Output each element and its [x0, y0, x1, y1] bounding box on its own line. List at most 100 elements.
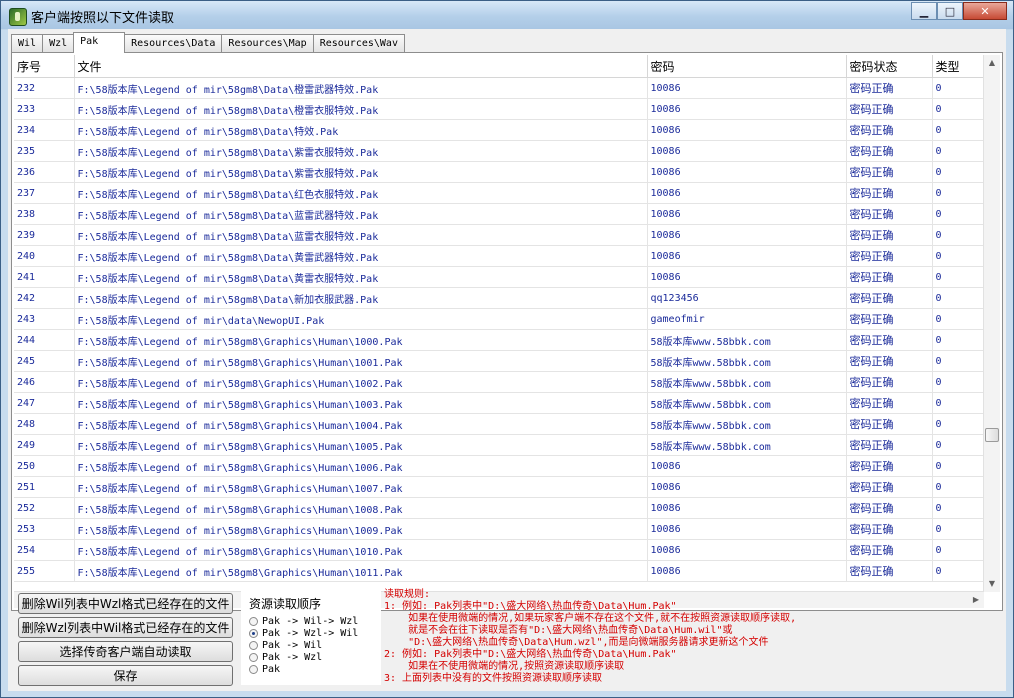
table-row[interactable]: 249 F:\58版本库\Legend of mir\58gm8\Graphics… — [14, 434, 986, 456]
cell-index: 246 — [14, 371, 75, 393]
vertical-scroll-thumb[interactable] — [985, 428, 999, 442]
cell-index: 242 — [14, 287, 75, 309]
cell-password-status: 密码正确 — [846, 413, 933, 435]
cell-type: 0 — [932, 476, 986, 498]
cell-password-status: 密码正确 — [846, 497, 933, 519]
cell-file-path: F:\58版本库\Legend of mir\58gm8\Graphics\Hu… — [74, 413, 648, 435]
cell-index: 251 — [14, 476, 75, 498]
cell-file-path: F:\58版本库\Legend of mir\58gm8\Data\黄雷武器特效… — [74, 245, 648, 267]
radio-icon[interactable] — [249, 665, 258, 674]
table-row[interactable]: 254 F:\58版本库\Legend of mir\58gm8\Graphics… — [14, 539, 986, 561]
title-bar[interactable]: 客户端按照以下文件读取 ▁ □ ✕ — [1, 1, 1013, 29]
cell-type: 0 — [932, 161, 986, 183]
table-row[interactable]: 239 F:\58版本库\Legend of mir\58gm8\Data\蓝雷衣… — [14, 224, 986, 246]
cell-password: qq123456 — [647, 287, 847, 309]
tab-wil[interactable]: Wil — [11, 34, 44, 52]
table-row[interactable]: 253 F:\58版本库\Legend of mir\58gm8\Graphics… — [14, 518, 986, 540]
table-row[interactable]: 232 F:\58版本库\Legend of mir\58gm8\Data\橙雷武… — [14, 77, 986, 99]
cell-type: 0 — [932, 392, 986, 414]
cell-password-status: 密码正确 — [846, 287, 933, 309]
tab-resources-data[interactable]: Resources\Data — [124, 34, 223, 52]
cell-index: 240 — [14, 245, 75, 267]
tab-resources-wav[interactable]: Resources\Wav — [312, 34, 405, 52]
cell-password: 10086 — [647, 245, 847, 267]
maximize-button[interactable]: □ — [937, 2, 963, 20]
delete-wil-duplicates-button[interactable]: 删除Wil列表中Wzl格式已经存在的文件 — [18, 593, 233, 614]
cell-password: 58版本库www.58bbk.com — [647, 371, 847, 393]
column-header-file[interactable]: 文件 — [74, 55, 648, 78]
table-row[interactable]: 237 F:\58版本库\Legend of mir\58gm8\Data\红色衣… — [14, 182, 986, 204]
read-order-option-pak-wil[interactable]: Pak -> Wil — [249, 640, 322, 651]
tab-resources-map[interactable]: Resources\Map — [221, 34, 314, 52]
table-row[interactable]: 248 F:\58版本库\Legend of mir\58gm8\Graphics… — [14, 413, 986, 435]
close-button[interactable]: ✕ — [963, 2, 1007, 20]
read-order-option-pak-wzl-wil[interactable]: Pak -> Wzl-> Wil — [249, 628, 358, 639]
scroll-up-arrow-icon[interactable]: ▲ — [984, 55, 1000, 71]
cell-type: 0 — [932, 224, 986, 246]
cell-index: 235 — [14, 140, 75, 162]
cell-password-status: 密码正确 — [846, 182, 933, 204]
column-header-password[interactable]: 密码 — [647, 55, 847, 78]
cell-type: 0 — [932, 77, 986, 99]
radio-icon[interactable] — [249, 641, 258, 650]
file-list-grid[interactable]: 序号 文件 密码 密码状态 类型 232 F:\58版本库\Legend of m… — [14, 55, 986, 592]
cell-type: 0 — [932, 413, 986, 435]
table-row[interactable]: 250 F:\58版本库\Legend of mir\58gm8\Graphics… — [14, 455, 986, 477]
table-row[interactable]: 255 F:\58版本库\Legend of mir\58gm8\Graphics… — [14, 560, 986, 582]
save-button[interactable]: 保存 — [18, 665, 233, 686]
table-row[interactable]: 243 F:\58版本库\Legend of mir\data\NewopUI.P… — [14, 308, 986, 330]
column-header-type[interactable]: 类型 — [932, 55, 986, 78]
table-row[interactable]: 235 F:\58版本库\Legend of mir\58gm8\Data\紫雷衣… — [14, 140, 986, 162]
cell-file-path: F:\58版本库\Legend of mir\58gm8\Data\紫雷衣服特效… — [74, 140, 648, 162]
radio-label: Pak -> Wzl — [262, 652, 323, 663]
cell-file-path: F:\58版本库\Legend of mir\58gm8\Data\黄雷衣服特效… — [74, 266, 648, 288]
table-row[interactable]: 241 F:\58版本库\Legend of mir\58gm8\Data\黄雷衣… — [14, 266, 986, 288]
cell-password: 10086 — [647, 98, 847, 120]
cell-type: 0 — [932, 371, 986, 393]
table-row[interactable]: 236 F:\58版本库\Legend of mir\58gm8\Data\紫雷衣… — [14, 161, 986, 183]
read-order-option-pak[interactable]: Pak — [249, 664, 280, 675]
radio-label: Pak -> Wil-> Wzl — [262, 616, 359, 627]
rules-line: 就是不会在往下读取是否有"D:\盛大网络\热血传奇\Data\Hum.wil"或 — [384, 625, 733, 636]
table-row[interactable]: 234 F:\58版本库\Legend of mir\58gm8\Data\特效.… — [14, 119, 986, 141]
table-row[interactable]: 245 F:\58版本库\Legend of mir\58gm8\Graphics… — [14, 350, 986, 372]
tab-pak[interactable]: Pak — [73, 32, 126, 53]
minimize-button[interactable]: ▁ — [911, 2, 937, 20]
radio-icon[interactable] — [249, 653, 258, 662]
read-order-option-pak-wil-wzl[interactable]: Pak -> Wil-> Wzl — [249, 616, 358, 627]
cell-password: 58版本库www.58bbk.com — [647, 392, 847, 414]
table-row[interactable]: 252 F:\58版本库\Legend of mir\58gm8\Graphics… — [14, 497, 986, 519]
table-row[interactable]: 247 F:\58版本库\Legend of mir\58gm8\Graphics… — [14, 392, 986, 414]
cell-type: 0 — [932, 455, 986, 477]
read-order-option-pak-wzl[interactable]: Pak -> Wzl — [249, 652, 322, 663]
radio-selected-icon[interactable] — [249, 629, 258, 638]
table-row[interactable]: 242 F:\58版本库\Legend of mir\58gm8\Data\新加衣… — [14, 287, 986, 309]
table-row[interactable]: 238 F:\58版本库\Legend of mir\58gm8\Data\蓝雷武… — [14, 203, 986, 225]
table-row[interactable]: 233 F:\58版本库\Legend of mir\58gm8\Data\橙雷衣… — [14, 98, 986, 120]
pak-tab-panel: 序号 文件 密码 密码状态 类型 232 F:\58版本库\Legend of m… — [11, 52, 1003, 611]
cell-password: 10086 — [647, 119, 847, 141]
cell-type: 0 — [932, 329, 986, 351]
column-header-password-status[interactable]: 密码状态 — [846, 55, 933, 78]
table-row[interactable]: 251 F:\58版本库\Legend of mir\58gm8\Graphics… — [14, 476, 986, 498]
vertical-scrollbar[interactable]: ▲ ▼ — [983, 55, 1000, 592]
table-row[interactable]: 246 F:\58版本库\Legend of mir\58gm8\Graphics… — [14, 371, 986, 393]
cell-file-path: F:\58版本库\Legend of mir\58gm8\Data\红色衣服特效… — [74, 182, 648, 204]
cell-password: 10086 — [647, 182, 847, 204]
cell-password-status: 密码正确 — [846, 98, 933, 120]
column-header-index[interactable]: 序号 — [14, 55, 75, 78]
app-icon — [9, 8, 27, 26]
read-rules-text: 读取规则: 1: 例如: Pak列表中"D:\盛大网络\热血传奇\Data\Hu… — [384, 589, 1004, 689]
cell-password-status: 密码正确 — [846, 245, 933, 267]
auto-read-client-button[interactable]: 选择传奇客户端自动读取 — [18, 641, 233, 662]
cell-file-path: F:\58版本库\Legend of mir\58gm8\Data\橙雷武器特效… — [74, 77, 648, 99]
cell-password-status: 密码正确 — [846, 203, 933, 225]
delete-wzl-duplicates-button[interactable]: 删除Wzl列表中Wil格式已经存在的文件 — [18, 617, 233, 638]
table-row[interactable]: 240 F:\58版本库\Legend of mir\58gm8\Data\黄雷武… — [14, 245, 986, 267]
cell-type: 0 — [932, 203, 986, 225]
cell-file-path: F:\58版本库\Legend of mir\58gm8\Graphics\Hu… — [74, 350, 648, 372]
table-row[interactable]: 244 F:\58版本库\Legend of mir\58gm8\Graphics… — [14, 329, 986, 351]
radio-icon[interactable] — [249, 617, 258, 626]
cell-password: 10086 — [647, 476, 847, 498]
tab-wzl[interactable]: Wzl — [42, 34, 75, 52]
